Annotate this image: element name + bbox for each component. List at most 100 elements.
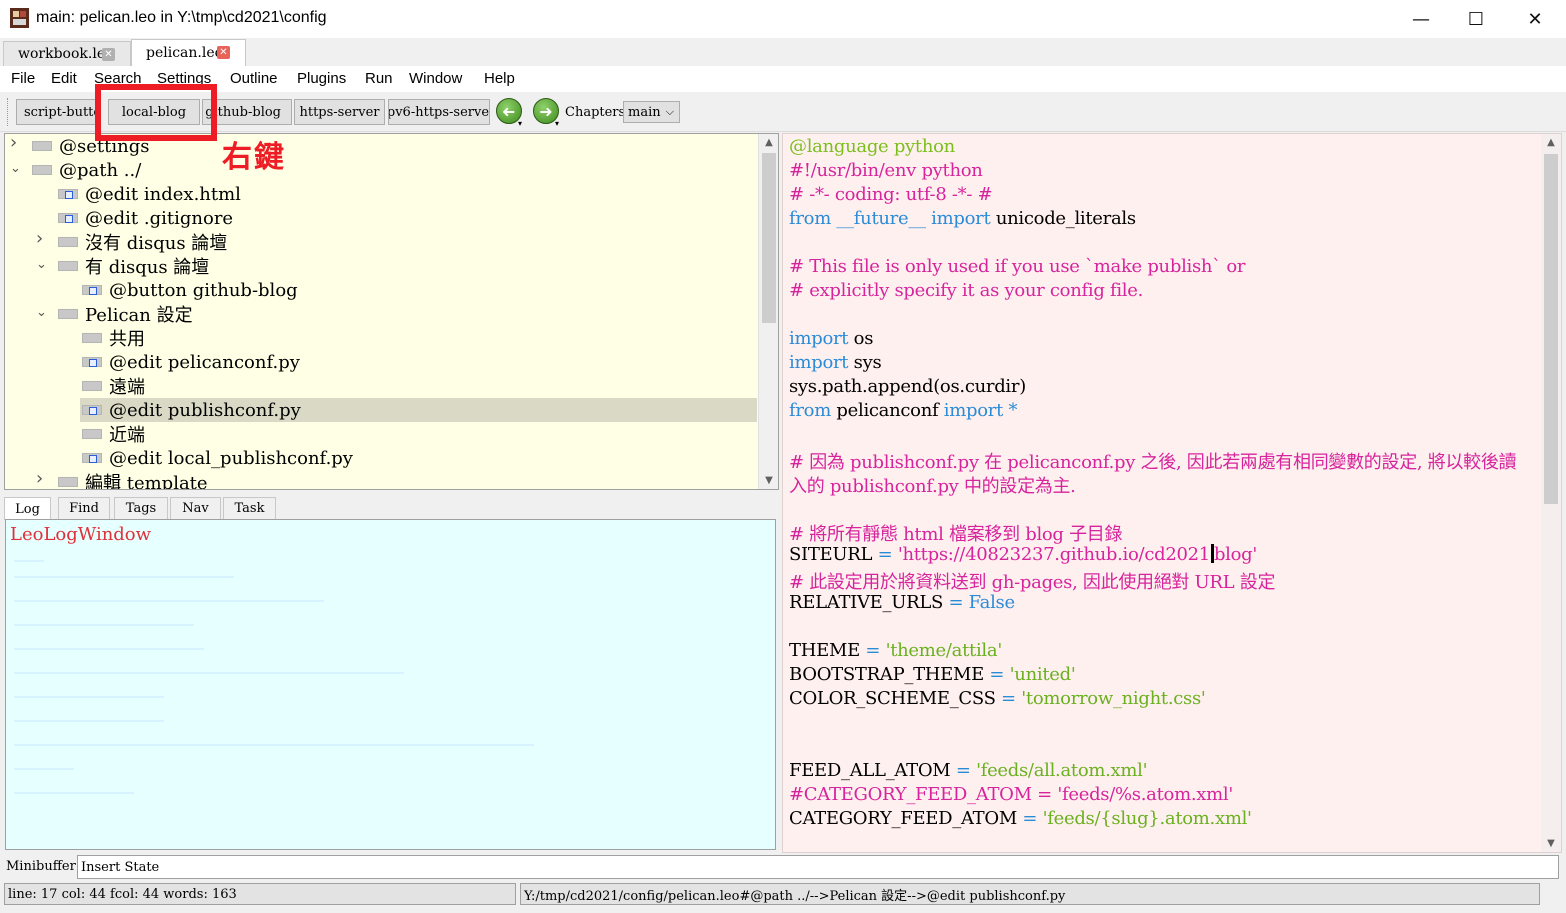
- ipv6-https-server-button[interactable]: ipv6-https-server: [388, 99, 490, 125]
- outline-node[interactable]: Pelican 設定: [85, 302, 193, 326]
- code-line: CATEGORY_FEED_ATOM = 'feeds/{slug}.atom.…: [789, 808, 1252, 829]
- minimize-button[interactable]: —: [1392, 0, 1450, 38]
- outline-node[interactable]: @edit pelicanconf.py: [109, 350, 300, 374]
- status-node-path: Y:/tmp/cd2021/config/pelican.leo#@path .…: [520, 883, 1540, 905]
- close-tab-icon[interactable]: ✕: [217, 46, 230, 59]
- tab-pelican[interactable]: pelican.leo ✕: [131, 39, 246, 66]
- node-clone-icon: [82, 285, 102, 295]
- outline-node[interactable]: @edit publishconf.py: [109, 398, 301, 422]
- code-token: # 此設定用於將資料送到 gh-pages, 因此使用絕對 URL 設定: [789, 572, 1276, 593]
- chevron-down-icon: ⌵: [665, 105, 674, 118]
- chevron-right-icon[interactable]: ›: [36, 228, 43, 249]
- outline-node[interactable]: @edit .gitignore: [85, 206, 233, 230]
- scroll-thumb[interactable]: [762, 153, 776, 323]
- outline-node[interactable]: @edit local_publishconf.py: [109, 446, 353, 470]
- code-token: import: [931, 208, 991, 229]
- outline-pane[interactable]: ▲ ▼ › @settings ⌄ @path ../@edit index.html…: [4, 133, 779, 490]
- menu-edit[interactable]: Edit: [51, 70, 77, 87]
- tab-label: workbook.leo: [18, 46, 114, 62]
- outline-node[interactable]: 編輯 template: [85, 470, 208, 489]
- https-server-button[interactable]: https-server: [294, 99, 385, 125]
- forward-dropdown-icon[interactable]: ▾: [555, 119, 559, 128]
- back-dropdown-icon[interactable]: ▾: [518, 119, 522, 128]
- code-token: False: [968, 592, 1015, 613]
- chapters-value: main: [628, 104, 661, 120]
- menu-help[interactable]: Help: [484, 70, 515, 87]
- code-token: =: [995, 688, 1022, 709]
- code-line: @language python: [789, 136, 955, 157]
- outline-node[interactable]: @edit index.html: [85, 182, 241, 206]
- log-faded-lines: [14, 552, 554, 816]
- scroll-up-icon[interactable]: ▲: [1541, 134, 1561, 151]
- code-line: sys.path.append(os.curdir): [789, 376, 1026, 397]
- status-position: line: 17 col: 44 fcol: 44 words: 163: [4, 883, 516, 905]
- node-icon: [32, 141, 52, 151]
- scroll-down-icon[interactable]: ▼: [759, 472, 778, 489]
- code-token: *: [1003, 400, 1018, 421]
- code-token: # explicitly specify it as your config f…: [789, 280, 1144, 301]
- window-title: main: pelican.leo in Y:\tmp\cd2021\confi…: [36, 9, 327, 26]
- close-tab-icon[interactable]: ✕: [102, 48, 115, 61]
- outline-node[interactable]: @path ../: [59, 158, 141, 182]
- minibuffer-label: Minibuffer:: [6, 859, 81, 874]
- outline-node[interactable]: 沒有 disqus 論壇: [85, 230, 227, 254]
- code-token: =: [859, 640, 886, 661]
- chevron-right-icon[interactable]: ›: [36, 468, 43, 489]
- code-token: pelicanconf: [830, 400, 944, 421]
- outline-node[interactable]: 有 disqus 論壇: [85, 254, 209, 278]
- menu-plugins[interactable]: Plugins: [297, 70, 346, 87]
- code-token: @language python: [789, 136, 955, 157]
- code-token: 'united': [1009, 664, 1076, 685]
- code-token: # This file is only used if you use `mak…: [789, 256, 1246, 277]
- tab-tags[interactable]: Tags: [114, 497, 168, 519]
- code-line: # -*- coding: utf-8 -*- #: [789, 184, 993, 205]
- script-button[interactable]: script-button: [16, 99, 100, 125]
- code-line: FEED_ALL_ATOM = 'feeds/all.atom.xml': [789, 760, 1148, 781]
- scroll-thumb[interactable]: [1544, 154, 1558, 504]
- code-line: BOOTSTRAP_THEME = 'united': [789, 664, 1076, 685]
- tab-find[interactable]: Find: [58, 497, 110, 519]
- tab-log[interactable]: Log: [4, 497, 51, 520]
- log-pane[interactable]: LeoLogWindow: [5, 519, 776, 850]
- maximize-button[interactable]: ☐: [1447, 0, 1505, 38]
- body-scrollbar[interactable]: ▲ ▼: [1541, 134, 1561, 852]
- outline-node[interactable]: 近端: [109, 422, 145, 446]
- menu-file[interactable]: File: [11, 70, 35, 87]
- code-line: # This file is only used if you use `mak…: [789, 256, 1245, 277]
- code-token: sys.path.append(os.curdir): [789, 376, 1026, 397]
- scroll-down-icon[interactable]: ▼: [1541, 835, 1561, 852]
- code-line: import sys: [789, 352, 882, 373]
- menu-run[interactable]: Run: [365, 70, 393, 87]
- menu-window[interactable]: Window: [409, 70, 462, 87]
- chevron-down-icon[interactable]: ⌄: [36, 257, 47, 272]
- annotation-text: 右鍵: [222, 140, 286, 175]
- code-token: CATEGORY_FEED_ATOM: [789, 808, 1017, 829]
- outline-node[interactable]: 遠端: [109, 374, 145, 398]
- node-icon: [82, 333, 102, 343]
- outline-scrollbar[interactable]: ▲ ▼: [758, 134, 778, 489]
- close-window-button[interactable]: ✕: [1506, 0, 1564, 38]
- tab-workbook[interactable]: workbook.leo ✕: [3, 41, 131, 66]
- leo-app-icon: [10, 8, 29, 28]
- body-editor[interactable]: ▲ ▼ @language python #!/usr/bin/env pytho…: [782, 133, 1562, 853]
- minibuffer-input[interactable]: Insert State: [77, 855, 1559, 879]
- chevron-down-icon[interactable]: ⌄: [36, 305, 47, 320]
- code-line: # 此設定用於將資料送到 gh-pages, 因此使用絕對 URL 設定: [789, 568, 1275, 594]
- node-clone-icon: [58, 189, 78, 199]
- code-token: =: [984, 664, 1010, 685]
- tab-task[interactable]: Task: [223, 497, 276, 519]
- menu-bar: File Edit Search Settings Outline Plugin…: [0, 66, 1566, 92]
- toolbar-grip[interactable]: [7, 98, 10, 126]
- outline-node[interactable]: 共用: [109, 326, 145, 350]
- scroll-up-icon[interactable]: ▲: [759, 134, 778, 151]
- chapters-label: Chapters:: [565, 105, 630, 120]
- code-line: #CATEGORY_FEED_ATOM = 'feeds/%s.atom.xml…: [789, 784, 1233, 805]
- node-clone-icon: [58, 213, 78, 223]
- outline-node[interactable]: @button github-blog: [109, 278, 298, 302]
- menu-outline[interactable]: Outline: [230, 70, 278, 87]
- tab-nav[interactable]: Nav: [170, 497, 221, 519]
- chevron-down-icon[interactable]: ⌄: [10, 161, 21, 176]
- chevron-right-icon[interactable]: ›: [10, 134, 17, 153]
- code-token: =: [950, 760, 977, 781]
- chapters-select[interactable]: main ⌵: [623, 101, 680, 123]
